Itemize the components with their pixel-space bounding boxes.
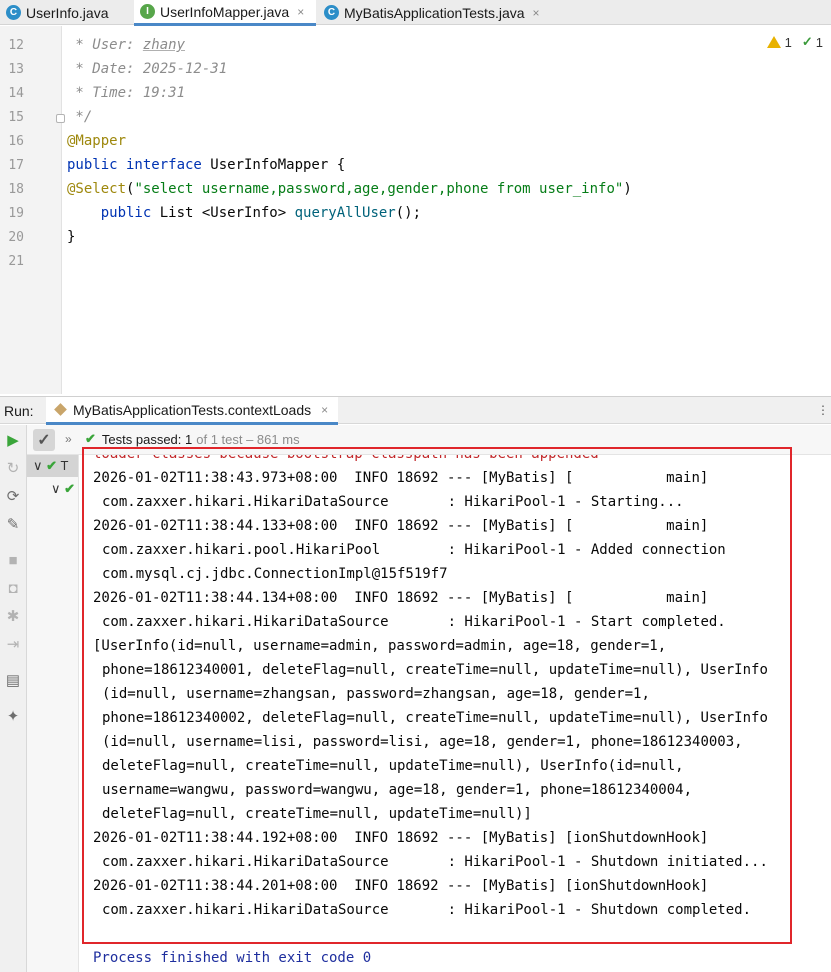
close-icon[interactable]: ×	[321, 403, 328, 417]
close-icon[interactable]: ×	[533, 6, 540, 20]
fold-marker-icon[interactable]	[56, 114, 65, 123]
code-line-18: @Select("select username,password,age,ge…	[67, 181, 632, 197]
line-number: 13	[8, 62, 24, 77]
chevron-down-icon: ∨	[51, 481, 61, 496]
code-line-15: */	[67, 109, 93, 125]
console-line: com.zaxxer.hikari.HikariDataSource : Hik…	[102, 854, 768, 870]
test-status-bar: ✓ » ✔ Tests passed: 1 of 1 test – 861 ms	[27, 425, 831, 455]
run-tool-window-header: Run: MyBatisApplicationTests.contextLoad…	[0, 396, 831, 425]
line-number: 17	[8, 158, 24, 173]
rerun-icon[interactable]: ▶	[4, 431, 22, 449]
close-icon[interactable]: ×	[297, 5, 304, 19]
line-number: 19	[8, 206, 24, 221]
debug-icon[interactable]: ✱	[4, 607, 22, 625]
console-line: phone=18612340002, deleteFlag=null, crea…	[102, 710, 768, 726]
console-line: (id=null, username=lisi, password=lisi, …	[102, 734, 743, 750]
interface-file-icon: I	[140, 4, 155, 19]
console-line: loader classes because bootstrap classpa…	[93, 455, 599, 462]
console-line: deleteFlag=null, createTime=null, update…	[102, 806, 532, 822]
test-config-icon	[54, 403, 67, 416]
line-number: 18	[8, 182, 24, 197]
console-line: (id=null, username=zhangsan, password=zh…	[102, 686, 650, 702]
tab-userinfomapper-java[interactable]: I UserInfoMapper.java ×	[134, 0, 316, 26]
console-line: [UserInfo(id=null, username=admin, passw…	[93, 638, 667, 654]
test-tree-child[interactable]: ∨ ✔	[51, 481, 75, 497]
check-icon: ✓	[801, 34, 813, 49]
exit-icon[interactable]: ⇥	[4, 635, 22, 653]
code-line-17: public interface UserInfoMapper {	[67, 157, 346, 173]
test-tree: ∨ ✔ T ∨ ✔	[27, 455, 79, 972]
console-line: com.zaxxer.hikari.HikariDataSource : Hik…	[102, 902, 752, 918]
warning-icon	[766, 36, 781, 48]
console-line: 2026-01-02T11:38:44.134+08:00 INFO 18692…	[93, 590, 709, 606]
line-number: 21	[8, 254, 24, 269]
console-line: username=wangwu, password=wangwu, age=18…	[102, 782, 693, 798]
tab-label: UserInfo.java	[26, 4, 109, 21]
code-line-19: public List <UserInfo> queryAllUser();	[67, 205, 422, 221]
console-line: deleteFlag=null, createTime=null, update…	[102, 758, 684, 774]
console-output[interactable]: loader classes because bootstrap classpa…	[80, 455, 831, 972]
console-line: 2026-01-02T11:38:44.192+08:00 INFO 18692…	[93, 830, 709, 846]
check-icon: ✔	[46, 458, 58, 473]
line-number: 15	[8, 110, 24, 125]
code-line-20: }	[67, 229, 76, 245]
chevron-right-icon[interactable]: »	[65, 432, 72, 446]
code-line-14: * Time: 19:31	[67, 85, 186, 101]
tab-mybatisapplicationtests-java[interactable]: C MyBatisApplicationTests.java ×	[318, 0, 553, 25]
check-count: 1	[815, 34, 823, 50]
tab-label: MyBatisApplicationTests.java	[344, 4, 525, 21]
wrench-icon[interactable]: ✎	[4, 515, 22, 533]
line-number: 20	[8, 230, 24, 245]
line-number: 16	[8, 134, 24, 149]
run-config-tab[interactable]: MyBatisApplicationTests.contextLoads ×	[46, 397, 339, 425]
code-editor[interactable]: 12 13 14 15 16 17 18 19 20 21 * User: zh…	[0, 26, 831, 394]
rerun-failed-icon[interactable]: ↻	[4, 459, 22, 477]
camera-icon[interactable]: ◘	[4, 579, 22, 597]
console-line: com.mysql.cj.jdbc.ConnectionImpl@15f519f…	[102, 566, 448, 582]
chevron-down-icon: ∨	[33, 458, 43, 473]
console-line: phone=18612340001, deleteFlag=null, crea…	[102, 662, 768, 678]
inspection-widget[interactable]: 1 ✓ 1	[766, 34, 823, 50]
console-line: com.zaxxer.hikari.pool.HikariPool : Hika…	[102, 542, 726, 558]
console-line: com.zaxxer.hikari.HikariDataSource : Hik…	[102, 494, 684, 510]
test-tree-root-label: T	[60, 458, 69, 473]
line-number-gutter: 12 13 14 15 16 17 18 19 20 21	[0, 26, 65, 394]
check-icon: ✔	[85, 431, 96, 446]
tests-passed-label: Tests passed: 1	[101, 431, 193, 447]
test-tree-root[interactable]: ∨ ✔ T	[33, 458, 68, 474]
console-line: 2026-01-02T11:38:43.973+08:00 INFO 18692…	[93, 470, 709, 486]
show-passed-toggle-icon[interactable]: ✓	[33, 429, 55, 451]
layout-icon[interactable]: ▤	[4, 671, 22, 689]
run-left-toolbar: ▶ ↻ ⟳ ✎ ■ ◘ ✱ ⇥ ▤ ✦	[0, 425, 27, 972]
console-line: 2026-01-02T11:38:44.201+08:00 INFO 18692…	[93, 878, 709, 894]
console-line: com.zaxxer.hikari.HikariDataSource : Hik…	[102, 614, 726, 630]
code-line-12: * User: zhany	[67, 37, 186, 53]
code-line-16: @Mapper	[67, 133, 127, 149]
code-line-13: * Date: 2025-12-31	[67, 61, 228, 77]
more-options-icon[interactable]: ⋮	[817, 403, 829, 417]
tab-userinfo-java[interactable]: C UserInfo.java	[0, 0, 132, 25]
pin-icon[interactable]: ✦	[4, 707, 22, 725]
tests-passed-meta: of 1 test – 861 ms	[196, 431, 300, 447]
class-file-icon: C	[6, 5, 21, 20]
warning-count: 1	[784, 34, 792, 50]
test-class-file-icon: C	[324, 5, 339, 20]
tab-label: UserInfoMapper.java	[160, 3, 290, 20]
line-number: 14	[8, 86, 24, 101]
console-line: 2026-01-02T11:38:44.133+08:00 INFO 18692…	[93, 518, 709, 534]
editor-tab-bar: C UserInfo.java I UserInfoMapper.java × …	[0, 0, 831, 26]
run-config-label: MyBatisApplicationTests.contextLoads	[73, 401, 312, 418]
console-line: Process finished with exit code 0	[93, 950, 372, 966]
stop-icon[interactable]: ■	[4, 551, 22, 569]
tests-passed-status: ✔ Tests passed: 1 of 1 test – 861 ms	[85, 431, 300, 447]
check-icon: ✔	[64, 481, 76, 496]
line-number: 12	[8, 38, 24, 53]
toggle-auto-test-icon[interactable]: ⟳	[4, 487, 22, 505]
run-label: Run:	[4, 403, 34, 419]
